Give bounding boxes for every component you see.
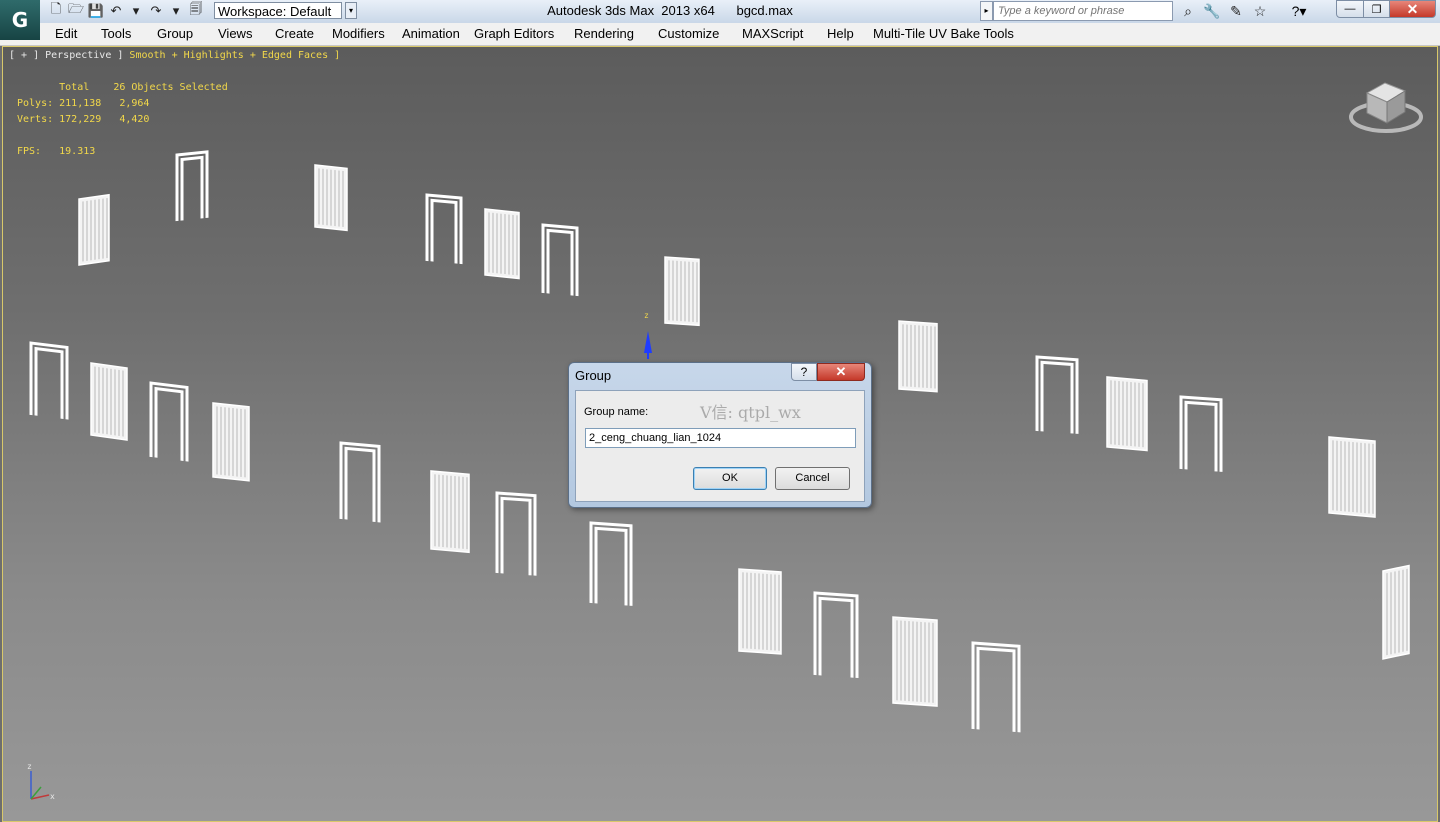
workspace-select[interactable]: Workspace: Default bbox=[214, 2, 342, 19]
door-frame-object[interactable] bbox=[495, 491, 537, 576]
menu-animation[interactable]: Animation bbox=[402, 26, 460, 41]
viewcube-icon[interactable] bbox=[1347, 75, 1425, 139]
curtain-object[interactable] bbox=[314, 164, 348, 232]
application-menu-button[interactable]: G bbox=[0, 0, 40, 40]
title-bar: 🗋 🗁 💾 ↶ ▾ ↷ ▾ 🗐 Workspace: Default ▾ Autodesk 3… bbox=[0, 0, 1440, 24]
menu-maxscript[interactable]: MAXScript bbox=[742, 26, 803, 41]
curtain-object[interactable] bbox=[1106, 376, 1148, 452]
cancel-button[interactable]: Cancel bbox=[775, 467, 850, 490]
stats-fps: FPS: 19.313 bbox=[17, 146, 96, 157]
menu-group[interactable]: Group bbox=[157, 26, 193, 41]
transform-gizmo-icon[interactable] bbox=[644, 331, 652, 359]
menu-customize[interactable]: Customize bbox=[658, 26, 719, 41]
search-expand-icon[interactable]: ▸ bbox=[980, 1, 993, 21]
dialog-title: Group bbox=[575, 368, 612, 383]
dialog-close-button[interactable]: ✕ bbox=[817, 363, 865, 381]
door-frame-object[interactable] bbox=[29, 341, 69, 420]
tripod-x-label: x bbox=[50, 792, 55, 801]
help-icon[interactable]: ?▾ bbox=[1282, 1, 1316, 21]
curtain-object[interactable] bbox=[78, 193, 110, 266]
door-frame-object[interactable] bbox=[339, 441, 381, 523]
curtain-object[interactable] bbox=[484, 208, 520, 280]
menu-help[interactable]: Help bbox=[827, 26, 854, 41]
menu-views[interactable]: Views bbox=[218, 26, 252, 41]
door-frame-object[interactable] bbox=[425, 193, 463, 265]
stats-verts: Verts: 172,229 4,420 bbox=[17, 114, 150, 125]
stats-header: Total 26 Objects Selected bbox=[17, 82, 228, 93]
door-frame-object[interactable] bbox=[1179, 395, 1223, 472]
menu-graph-editors[interactable]: Graph Editors bbox=[474, 26, 554, 41]
group-name-label: Group name: bbox=[584, 406, 649, 418]
save-icon[interactable]: 💾 bbox=[86, 2, 106, 20]
favorites-star-icon[interactable]: ☆ bbox=[1248, 1, 1272, 21]
tripod-z-label: z bbox=[27, 762, 32, 771]
door-frame-object[interactable] bbox=[149, 381, 189, 462]
menu-tools[interactable]: Tools bbox=[101, 26, 131, 41]
curtain-object[interactable] bbox=[90, 362, 128, 441]
undo-dropdown-icon[interactable]: ▾ bbox=[126, 2, 146, 20]
open-folder-icon[interactable]: 🗁 bbox=[66, 1, 86, 20]
undo-icon[interactable]: ↶ bbox=[106, 2, 126, 20]
door-frame-object[interactable] bbox=[541, 223, 579, 297]
stats-polys: Polys: 211,138 2,964 bbox=[17, 98, 150, 109]
door-frame-object[interactable] bbox=[589, 521, 633, 606]
curtain-object[interactable] bbox=[1382, 564, 1410, 660]
search-input[interactable] bbox=[993, 1, 1173, 21]
workspace-dropdown-icon[interactable]: ▾ bbox=[345, 2, 357, 19]
menu-modifiers[interactable]: Modifiers bbox=[332, 26, 385, 41]
maximize-button[interactable]: ❐ bbox=[1363, 0, 1390, 18]
dialog-body: Group name: OK Cancel bbox=[575, 390, 865, 502]
minimize-button[interactable]: — bbox=[1336, 0, 1364, 18]
curtain-object[interactable] bbox=[1328, 436, 1376, 518]
curtain-object[interactable] bbox=[738, 568, 782, 655]
curtain-object[interactable] bbox=[212, 402, 250, 482]
statistics-overlay: Total 26 Objects Selected Polys: 211,138… bbox=[17, 80, 228, 160]
group-name-input[interactable] bbox=[585, 428, 856, 448]
info-center-toolbar: ⌕ 🔧 ✎ ☆ bbox=[1176, 1, 1272, 21]
redo-dropdown-icon[interactable]: ▾ bbox=[166, 2, 186, 20]
door-frame-object[interactable] bbox=[813, 591, 859, 679]
menu-rendering[interactable]: Rendering bbox=[574, 26, 634, 41]
door-frame-object[interactable] bbox=[175, 150, 209, 222]
menu-bar: Edit Tools Group Views Create Modifiers Animat… bbox=[0, 23, 1440, 46]
door-frame-object[interactable] bbox=[1035, 355, 1079, 434]
group-dialog: Group ? ✕ Group name: OK Cancel bbox=[568, 362, 872, 508]
subscription-icon[interactable]: ✎ bbox=[1224, 1, 1248, 21]
menu-edit[interactable]: Edit bbox=[55, 26, 77, 41]
axis-tripod-icon: z x bbox=[27, 762, 55, 801]
wrench-icon[interactable]: 🔧 bbox=[1200, 1, 1224, 21]
app-logo-icon: G bbox=[11, 8, 29, 32]
door-frame-object[interactable] bbox=[971, 641, 1021, 733]
curtain-object[interactable] bbox=[898, 320, 938, 393]
curtain-object[interactable] bbox=[664, 256, 700, 327]
binoculars-icon[interactable]: ⌕ bbox=[1176, 1, 1200, 21]
viewport-label[interactable]: [ + ] Perspective ] Smooth + Highlights … bbox=[9, 50, 340, 61]
new-file-icon[interactable]: 🗋 bbox=[46, 1, 66, 20]
ok-button[interactable]: OK bbox=[693, 467, 767, 490]
curtain-object[interactable] bbox=[430, 470, 470, 554]
dialog-help-button[interactable]: ? bbox=[791, 363, 817, 381]
menu-multi-tile-uv-bake-tools[interactable]: Multi-Tile UV Bake Tools bbox=[873, 26, 1014, 41]
window-title: Autodesk 3ds Max 2013 x64 bgcd.max bbox=[547, 3, 793, 18]
curtain-object[interactable] bbox=[892, 616, 938, 707]
project-folder-icon[interactable]: 🗐 bbox=[186, 1, 206, 20]
viewport-label-shading[interactable]: Smooth + Highlights + Edged Faces ] bbox=[129, 50, 340, 61]
close-button[interactable]: ✕ bbox=[1389, 0, 1436, 18]
gizmo-z-label: z bbox=[644, 311, 649, 320]
quick-access-toolbar: 🗋 🗁 💾 ↶ ▾ ↷ ▾ 🗐 bbox=[46, 1, 206, 20]
viewport-label-view[interactable]: [ + ] Perspective ] bbox=[9, 50, 129, 61]
redo-icon[interactable]: ↷ bbox=[146, 2, 166, 20]
menu-create[interactable]: Create bbox=[275, 26, 314, 41]
